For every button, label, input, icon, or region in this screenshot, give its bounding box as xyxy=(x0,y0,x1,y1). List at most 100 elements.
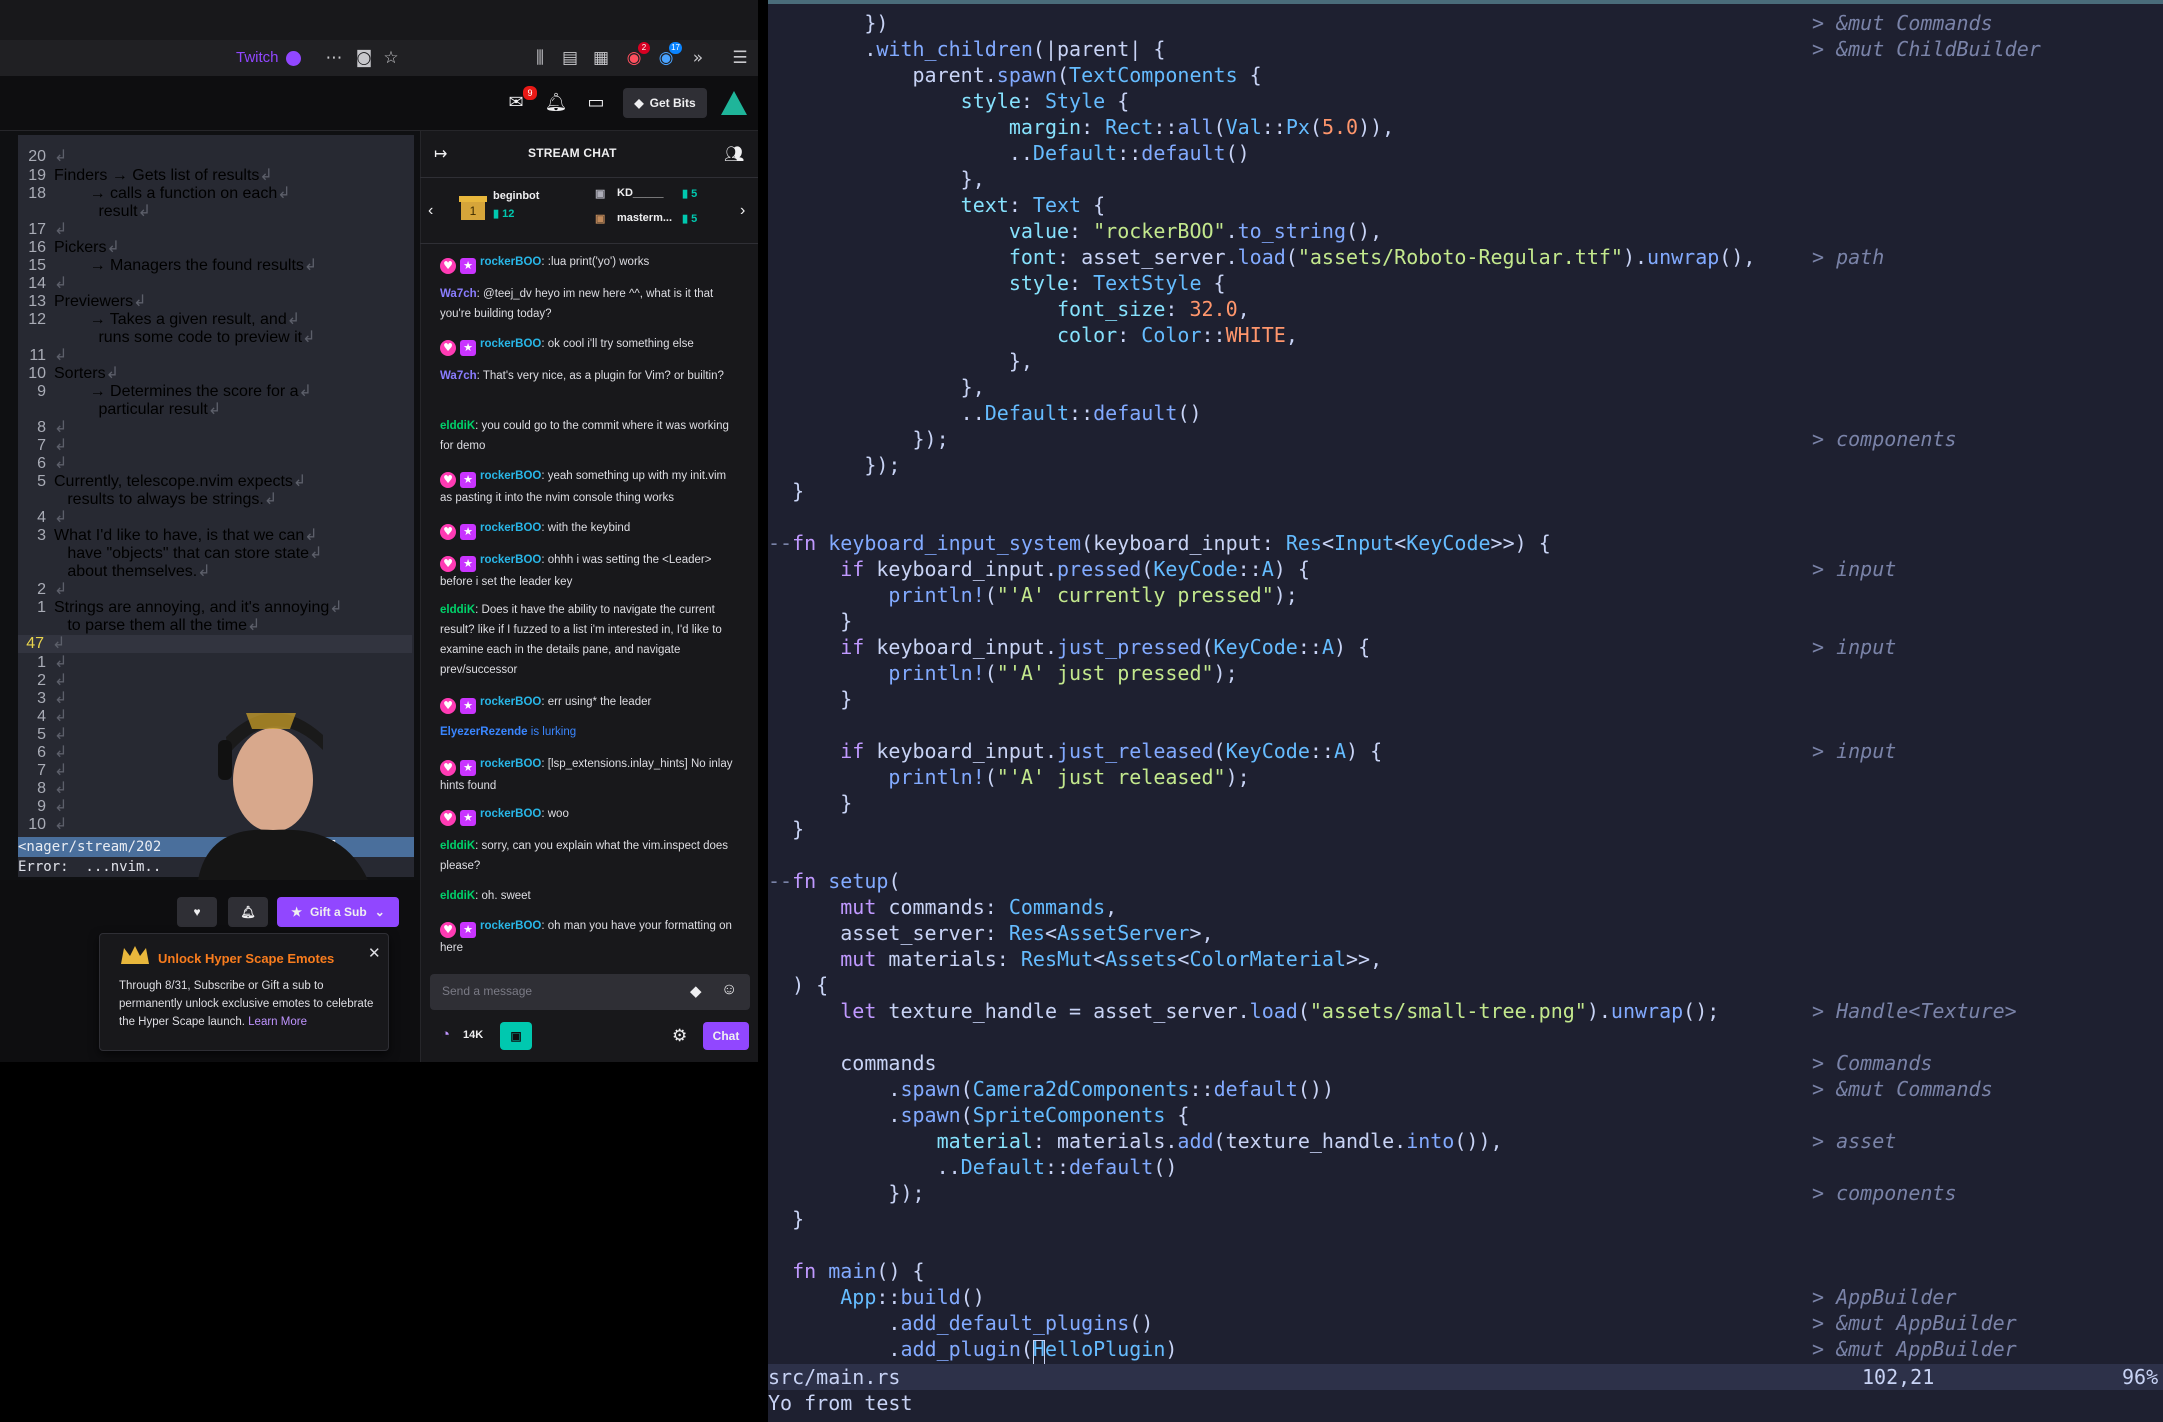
user-avatar[interactable] xyxy=(720,90,748,116)
prime-badge-icon[interactable]: ★ xyxy=(460,556,476,572)
emote-picker-icon[interactable]: ☺ xyxy=(721,981,737,999)
extensions-icon[interactable]: ▦ xyxy=(591,48,611,68)
sub-badge-icon[interactable]: ♥ xyxy=(440,556,456,572)
chat-users-icon[interactable]: 👥︎ xyxy=(724,144,744,164)
chat-username[interactable]: rockerBOO xyxy=(480,920,541,932)
chat-username[interactable]: rockerBOO xyxy=(480,808,541,820)
chat-message-text: That's very nice, as a plugin for Vim? o… xyxy=(482,370,724,382)
code-line: } xyxy=(768,817,805,841)
whispers-icon[interactable]: ▭ xyxy=(583,90,609,116)
terminal-line-number: 6 xyxy=(37,744,46,761)
close-icon[interactable]: ✕ xyxy=(368,944,381,962)
chat-username[interactable]: rockerBOO xyxy=(480,758,541,770)
chat-username[interactable]: elddiK xyxy=(440,420,475,432)
prime-badge-icon[interactable]: ★ xyxy=(460,524,476,540)
eol-marker-icon: ↲ xyxy=(207,401,222,418)
prime-badge-icon[interactable]: ★ xyxy=(460,258,476,274)
bookmark-star-icon[interactable]: ☆ xyxy=(381,48,401,68)
chat-username[interactable]: rockerBOO xyxy=(480,522,541,534)
terminal-line-number: 17 xyxy=(28,221,46,238)
eol-marker-icon: ↲ xyxy=(309,545,323,562)
library-icon[interactable]: ⫼ xyxy=(530,48,550,68)
bell-icon[interactable]: 🔔︎ xyxy=(543,90,569,116)
chat-message-text: ok cool i'll try something else xyxy=(547,338,694,350)
terminal-line-number: 5 xyxy=(37,726,46,743)
twitch-icon xyxy=(286,51,301,66)
chat-send-button[interactable]: Chat xyxy=(703,1022,749,1050)
prime-badge-icon[interactable]: ★ xyxy=(460,760,476,776)
chat-username[interactable]: rockerBOO xyxy=(480,554,541,566)
terminal-line-number: 9 xyxy=(37,798,46,815)
learn-more-link[interactable]: Learn More xyxy=(248,1016,307,1028)
sub-badge-icon[interactable]: ♥ xyxy=(440,922,456,938)
heart-icon: ♥ xyxy=(193,905,201,919)
terminal-line-number: 7 xyxy=(37,437,46,454)
sub-badge-icon[interactable]: ♥ xyxy=(440,810,456,826)
bits-icon[interactable]: ◆ xyxy=(690,982,702,1000)
terminal-line: 8 ↲ xyxy=(20,780,67,798)
terminal-line-number: 8 xyxy=(37,419,46,436)
get-bits-button[interactable]: ◆ Get Bits xyxy=(623,88,707,118)
sidebar-icon[interactable]: ▤ xyxy=(560,48,580,68)
inlay-hint: > asset xyxy=(1812,1129,1897,1153)
overflow-icon[interactable]: » xyxy=(688,48,708,68)
menu-icon[interactable]: ☰ xyxy=(730,48,750,68)
eol-marker-icon: ↲ xyxy=(105,365,119,382)
terminal-line: 15 → Managers the found results↲ xyxy=(20,257,317,275)
sub-badge-icon[interactable]: ♥ xyxy=(440,472,456,488)
eol-marker-icon: ↲ xyxy=(263,491,278,508)
code-line: value: "rockerBOO".to_string(), xyxy=(1008,219,1383,243)
chat-username[interactable]: elddiK xyxy=(440,890,475,902)
extension-blue-icon[interactable]: ◉ 17 xyxy=(656,42,682,68)
prime-badge-icon[interactable]: ★ xyxy=(460,810,476,826)
code-line: asset_server: Res<AssetServer>, xyxy=(768,921,1214,945)
code-line: } xyxy=(768,479,805,503)
text-cursor xyxy=(1033,1340,1045,1365)
sub-badge-icon[interactable]: ♥ xyxy=(440,760,456,776)
leaderboard-next-icon[interactable]: › xyxy=(740,202,745,220)
code-line: } xyxy=(768,687,853,711)
chat-username[interactable]: rockerBOO xyxy=(480,696,541,708)
prime-badge-icon[interactable]: ★ xyxy=(460,922,476,938)
chat-username[interactable]: Wa7ch xyxy=(440,370,477,382)
prime-badge-icon[interactable]: ★ xyxy=(460,340,476,356)
leaderboard-prev-icon[interactable]: ‹ xyxy=(428,202,433,220)
chat-username[interactable]: ElyezerRezende xyxy=(440,726,528,738)
empty-desktop-area xyxy=(0,1062,758,1422)
extension-red-icon[interactable]: ◉ 2 xyxy=(624,42,650,68)
chat-message-text: sorry, can you explain what the vim.insp… xyxy=(440,840,729,872)
chat-username[interactable]: rockerBOO xyxy=(480,338,541,350)
follow-heart-button[interactable]: ♥ xyxy=(177,897,217,927)
sub-badge-icon[interactable]: ♥ xyxy=(440,258,456,274)
code-line: println!("'A' just pressed"); xyxy=(888,661,1238,685)
chat-message: ♥ ★ rockerBOO: with the keybind xyxy=(440,518,740,540)
prime-badge-icon[interactable]: ★ xyxy=(460,472,476,488)
chat-username[interactable]: rockerBOO xyxy=(480,470,541,482)
sub-badge-icon[interactable]: ♥ xyxy=(440,698,456,714)
chat-username[interactable]: rockerBOO xyxy=(480,256,541,268)
more-icon[interactable]: ⋯ xyxy=(324,48,344,68)
chat-settings-icon[interactable]: ⚙ xyxy=(672,1026,687,1046)
sub-badge-icon[interactable]: ♥ xyxy=(440,340,456,356)
prime-badge-icon[interactable]: ★ xyxy=(460,698,476,714)
notifications-button[interactable]: 🔔︎ xyxy=(228,897,268,927)
chat-username[interactable]: elddiK xyxy=(440,840,475,852)
terminal-line-number: 10 xyxy=(28,816,46,833)
gift-sub-button[interactable]: ★ Gift a Sub ⌄ xyxy=(277,897,399,927)
bonus-chest-button[interactable]: ▣ xyxy=(500,1022,532,1050)
eol-marker-icon: ↲ xyxy=(302,329,316,346)
terminal-line: 5 ↲ xyxy=(20,726,67,744)
sub-badge-icon[interactable]: ♥ xyxy=(440,524,456,540)
chat-username[interactable]: Wa7ch xyxy=(440,288,477,300)
chat-username[interactable]: elddiK xyxy=(440,604,475,616)
chat-message: elddiK: you could go to the commit where… xyxy=(440,420,729,452)
pocket-icon[interactable]: ◙ xyxy=(354,48,374,68)
inbox-icon[interactable]: ✉ 9 xyxy=(503,86,537,116)
eol-marker-icon: ↲ xyxy=(54,690,68,707)
terminal-line: 47 ↲ xyxy=(18,635,412,653)
chat-message: ♥ ★ rockerBOO: woo xyxy=(440,804,740,826)
terminal-line: 7 ↲ xyxy=(20,437,67,455)
channel-points-icon[interactable]: ◔ xyxy=(441,1026,450,1043)
twitch-tab-label[interactable]: Twitch xyxy=(236,49,279,66)
collapse-chat-icon[interactable]: ↦ xyxy=(434,144,447,164)
